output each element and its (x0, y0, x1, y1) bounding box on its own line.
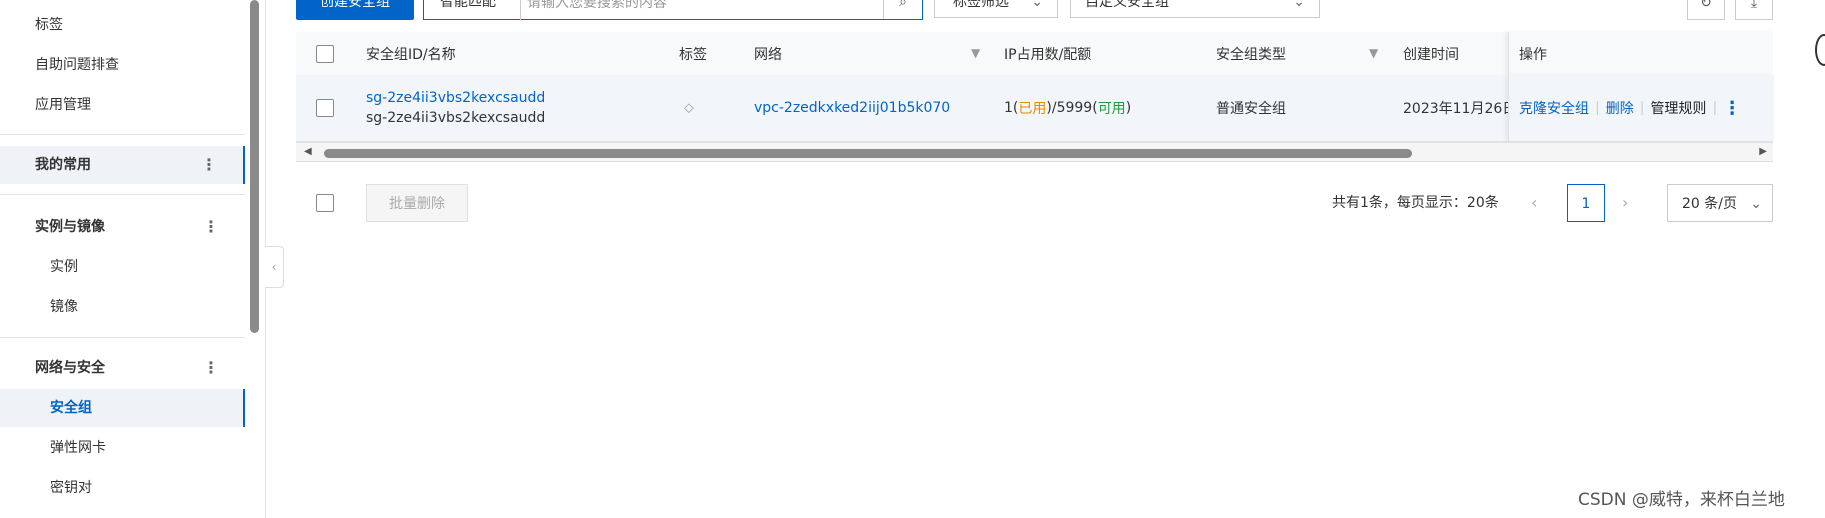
sidebar: 标签 自助问题排查 应用管理 我的常用 ⋮ 实例与镜像 ⋮ 实例 镜像 网络与安… (0, 0, 266, 518)
op-separator: | (1639, 100, 1645, 116)
select-all-checkbox[interactable] (316, 44, 334, 63)
security-group-id-link[interactable]: sg-2ze4ii3vbs2kexcsaudd (366, 90, 545, 106)
ip-quota-count: 5999 (1056, 100, 1093, 116)
sidebar-group-label: 我的常用 (35, 157, 91, 173)
create-security-group-button[interactable]: 创建安全组 (296, 0, 414, 20)
footer-select-all[interactable] (316, 194, 334, 212)
header-ops: 操作 (1519, 46, 1547, 63)
sidebar-item-instances[interactable]: 实例 (0, 248, 245, 286)
table-header: 安全组ID/名称 标签 网络 ▼ IP占用数/配额 安全组类型 ▼ 创建时间 操… (296, 32, 1773, 76)
page-size-select[interactable]: 20 条/页 ⌄ (1667, 184, 1773, 222)
watermark: CSDN @威特，来杯白兰地 (1578, 490, 1785, 510)
row-ops: 克隆安全组 | 删除 | 管理规则 | ⋮ (1508, 75, 1774, 141)
scrollbar-thumb[interactable] (324, 149, 1412, 158)
sidebar-divider (0, 194, 245, 195)
security-group-name: sg-2ze4ii3vbs2kexcsaudd (366, 110, 546, 126)
search-icon[interactable]: ⌕ (883, 0, 922, 19)
header-ip-quota: IP占用数/配额 (1004, 46, 1092, 63)
header-ops-column: 操作 (1508, 32, 1774, 75)
search-input[interactable] (520, 0, 869, 20)
ip-used-label: 已用 (1018, 101, 1047, 117)
refresh-icon: ↻ (1700, 0, 1712, 11)
more-vertical-icon[interactable]: ⋮ (1723, 98, 1741, 119)
sidebar-divider (0, 337, 245, 338)
search-box: 智能匹配 ⌕ (423, 0, 923, 20)
row-select[interactable] (316, 75, 334, 141)
download-icon: ⤓ (1750, 0, 1758, 11)
ip-used-count: 1 (1004, 100, 1013, 116)
chevron-down-icon: ⌄ (1293, 0, 1305, 10)
sidebar-group-label: 网络与安全 (35, 360, 105, 376)
ip-avail-label: 可用 (1097, 101, 1126, 117)
pagination-total: 共有1条，每页显示：20条 (1332, 195, 1499, 211)
batch-delete-button[interactable]: 批量删除 (366, 184, 468, 222)
row-id-name: sg-2ze4ii3vbs2kexcsaudd sg-2ze4ii3vbs2ke… (366, 75, 545, 141)
header-tags: 标签 (679, 46, 707, 63)
sidebar-group-network-security[interactable]: 网络与安全 ⋮ (0, 349, 245, 387)
download-button[interactable]: ⤓ (1735, 0, 1773, 20)
prev-page-icon[interactable]: ‹ (1531, 184, 1537, 222)
table-horizontal-scrollbar[interactable]: ◀ ▶ (296, 142, 1773, 162)
header-select-all[interactable] (316, 32, 334, 75)
table-row: sg-2ze4ii3vbs2kexcsaudd sg-2ze4ii3vbs2ke… (296, 75, 1774, 142)
row-created: 2023年11月26日 (1403, 101, 1517, 117)
sidebar-group-favorites[interactable]: 我的常用 ⋮ (0, 146, 245, 184)
op-separator: | (1595, 100, 1600, 116)
scroll-left-icon[interactable]: ◀ (304, 143, 312, 161)
tag-icon[interactable]: ⬦ (684, 75, 694, 141)
refresh-button[interactable]: ↻ (1687, 0, 1725, 20)
edge-circle-icon (1815, 34, 1825, 66)
sidebar-item-key-pairs[interactable]: 密钥对 (0, 469, 245, 507)
row-ops-links: 克隆安全组 | 删除 | 管理规则 | ⋮ (1519, 75, 1741, 141)
sidebar-item-elastic-nic[interactable]: 弹性网卡 (0, 429, 245, 467)
chevron-left-icon: ‹ (271, 260, 277, 274)
header-type: 安全组类型 (1216, 46, 1286, 63)
sidebar-item-self-troubleshoot[interactable]: 自助问题排查 (0, 46, 245, 84)
chevron-down-icon: ⌄ (1031, 0, 1043, 10)
more-vertical-icon[interactable]: ⋮ (203, 208, 219, 246)
header-created: 创建时间 (1403, 46, 1459, 63)
custom-select-label: 自定义安全组 (1085, 0, 1169, 10)
sidebar-divider (0, 134, 245, 135)
next-page-icon[interactable]: › (1622, 184, 1628, 222)
op-separator: | (1712, 100, 1718, 116)
sidebar-item-images[interactable]: 镜像 (0, 288, 245, 326)
more-vertical-icon[interactable]: ⋮ (201, 146, 217, 184)
page-size-label: 20 条/页 (1682, 196, 1737, 212)
row-ip-quota: 1(已用)/5999(可用) (1004, 100, 1132, 117)
more-vertical-icon[interactable]: ⋮ (203, 349, 219, 387)
sidebar-group-label: 实例与镜像 (35, 219, 105, 235)
search-mode-select[interactable]: 智能匹配 (440, 0, 496, 19)
sidebar-group-instances-images[interactable]: 实例与镜像 ⋮ (0, 208, 245, 246)
filter-icon[interactable]: ▼ (1369, 46, 1378, 60)
sidebar-scrollbar[interactable] (250, 0, 259, 333)
header-id-name: 安全组ID/名称 (366, 46, 456, 63)
sidebar-item-app-management[interactable]: 应用管理 (0, 86, 245, 124)
sidebar-item-security-groups[interactable]: 安全组 (0, 389, 245, 427)
header-network: 网络 (754, 46, 782, 63)
row-type: 普通安全组 (1216, 101, 1286, 117)
toolbar: 创建安全组 智能匹配 ⌕ 标签筛选 ⌄ 自定义安全组 ⌄ ↻ ⤓ (0, 0, 1825, 20)
filter-icon[interactable]: ▼ (971, 46, 980, 60)
chevron-down-icon: ⌄ (1750, 196, 1762, 212)
scroll-right-icon[interactable]: ▶ (1759, 143, 1767, 161)
tag-filter-label: 标签筛选 (953, 0, 1009, 10)
custom-security-group-select[interactable]: 自定义安全组 ⌄ (1070, 0, 1320, 18)
page-number-current[interactable]: 1 (1567, 184, 1605, 222)
tag-filter-dropdown[interactable]: 标签筛选 ⌄ (934, 0, 1058, 18)
row-checkbox[interactable] (316, 99, 334, 117)
sidebar-collapse-button[interactable]: ‹ (265, 246, 284, 288)
delete-link[interactable]: 删除 (1606, 98, 1634, 118)
manage-rules-link[interactable]: 管理规则 (1650, 98, 1706, 118)
clone-security-group-link[interactable]: 克隆安全组 (1519, 98, 1589, 118)
footer-checkbox[interactable] (316, 194, 334, 212)
row-network: vpc-2zedkxked2iij01b5k070 (754, 75, 950, 141)
vpc-link[interactable]: vpc-2zedkxked2iij01b5k070 (754, 100, 950, 116)
